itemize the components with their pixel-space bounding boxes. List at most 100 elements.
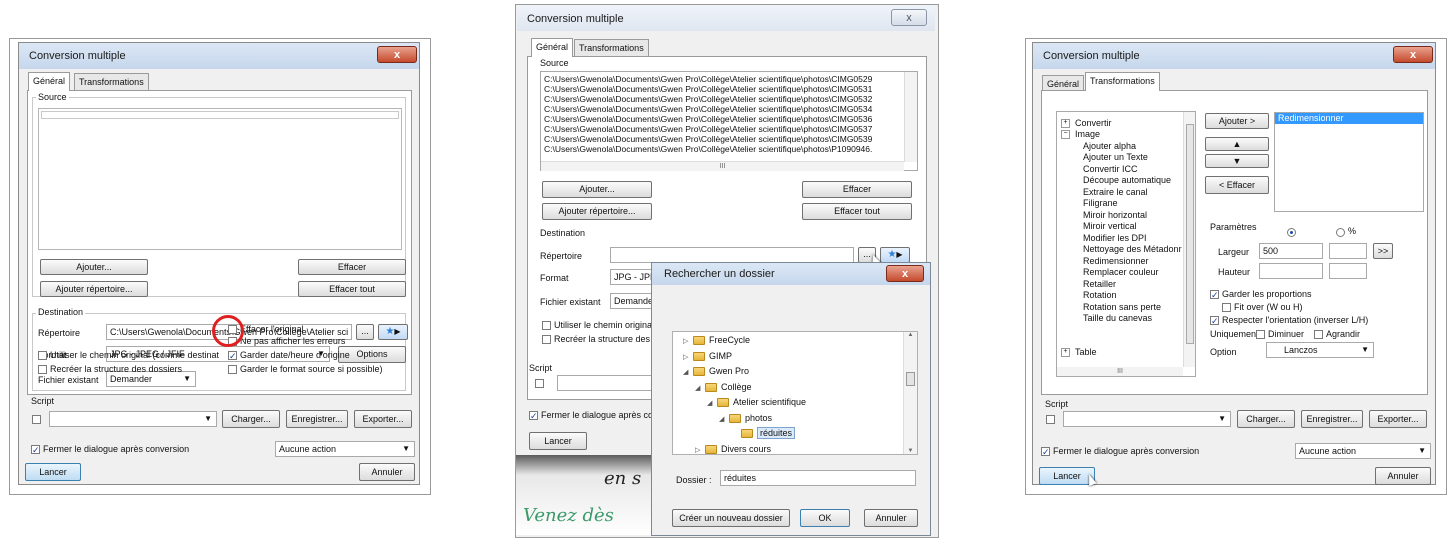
script-checkbox[interactable]	[1046, 415, 1055, 424]
move-up-button[interactable]: ▲	[1205, 137, 1269, 151]
move-down-button[interactable]: ▼	[1205, 154, 1269, 168]
transform-tree[interactable]: + Convertir − Image Ajouter alpha Ajouter un …	[1056, 111, 1196, 377]
expanded-triangle-icon[interactable]: ◢	[707, 399, 717, 407]
close-button[interactable]: x	[891, 9, 927, 26]
transform-tree-item[interactable]: Nettoyage des Métadonr	[1083, 244, 1182, 254]
respect-orientation-checkbox[interactable]: ✓	[1210, 316, 1219, 326]
add-button[interactable]: Ajouter...	[542, 181, 652, 198]
script-select[interactable]: ▼	[49, 411, 217, 427]
transform-tree-item[interactable]: Convertir ICC	[1083, 164, 1138, 174]
height-input[interactable]	[1259, 263, 1323, 279]
favorites-button[interactable]: ★▶	[378, 324, 408, 340]
action-select[interactable]: Aucune action ▼	[1295, 443, 1431, 459]
tab-general[interactable]: Général	[531, 38, 574, 57]
tab-transformations[interactable]: Transformations	[1085, 72, 1160, 91]
add-directory-button[interactable]: Ajouter répertoire...	[40, 281, 148, 297]
tree-vscrollbar[interactable]	[1183, 112, 1195, 367]
selected-transforms-list[interactable]: Redimensionner	[1274, 112, 1424, 212]
transform-tree-item[interactable]: Redimensionner	[1083, 256, 1149, 266]
source-scrollbar[interactable]	[904, 72, 917, 162]
source-file-item[interactable]: C:\Users\Gwenola\Documents\Gwen Pro\Coll…	[544, 84, 903, 94]
new-folder-button[interactable]: Créer un nouveau dossier	[672, 509, 790, 527]
close-after-checkbox[interactable]: ✓	[1041, 447, 1050, 457]
close-button[interactable]: x	[886, 265, 924, 282]
transform-tree-item[interactable]: Remplacer couleur	[1083, 267, 1159, 277]
close-after-checkbox[interactable]: ✓	[31, 445, 40, 455]
transform-tree-item[interactable]: Retailler	[1083, 279, 1116, 289]
transform-tree-item[interactable]: Ajouter un Texte	[1083, 152, 1148, 162]
save-script-button[interactable]: Enregistrer...	[286, 410, 348, 428]
more-button[interactable]: >>	[1373, 243, 1393, 259]
folder-tree-item[interactable]: ◢ Gwen Pro	[683, 366, 749, 377]
source-file-item[interactable]: C:\Users\Gwenola\Documents\Gwen Pro\Coll…	[544, 124, 903, 134]
folder-tree-item[interactable]: ◢ Collège	[695, 382, 752, 392]
tab-transformations[interactable]: Transformations	[574, 39, 649, 56]
browse-cancel-button[interactable]: Annuler	[864, 509, 918, 527]
source-file-item[interactable]: C:\Users\Gwenola\Documents\Gwen Pro\Coll…	[544, 74, 903, 84]
source-file-item[interactable]: C:\Users\Gwenola\Documents\Gwen Pro\Coll…	[544, 94, 903, 104]
source-hscrollbar[interactable]: III	[541, 161, 904, 171]
transform-tree-item[interactable]: Miroir horizontal	[1083, 210, 1147, 220]
recreate-structure-checkbox[interactable]	[542, 335, 551, 344]
script-checkbox[interactable]	[32, 415, 41, 424]
scroll-thumb[interactable]	[1186, 124, 1194, 344]
source-file-item[interactable]: C:\Users\Gwenola\Documents\Gwen Pro\Coll…	[544, 134, 903, 144]
action-select[interactable]: Aucune action ▼	[275, 441, 415, 457]
browse-button[interactable]: ...	[356, 324, 374, 340]
folder-tree-item[interactable]: ◢ photos	[719, 413, 772, 423]
close-button[interactable]: x	[1393, 46, 1433, 63]
radio-percent[interactable]	[1336, 228, 1345, 237]
expand-icon[interactable]: +	[1061, 348, 1070, 358]
transform-tree-item[interactable]: Rotation sans perte	[1083, 302, 1161, 312]
add-transform-button[interactable]: Ajouter >	[1205, 113, 1269, 129]
add-button[interactable]: Ajouter...	[40, 259, 148, 275]
source-file-item[interactable]: C:\Users\Gwenola\Documents\Gwen Pro\Coll…	[544, 144, 903, 154]
transform-tree-item[interactable]: Découpe automatique	[1083, 175, 1171, 185]
decrease-checkbox[interactable]	[1256, 330, 1265, 339]
run-button[interactable]: Lancer	[25, 463, 81, 481]
collapsed-triangle-icon[interactable]: ▷	[683, 353, 693, 361]
expanded-triangle-icon[interactable]: ◢	[683, 368, 693, 376]
clear-all-button[interactable]: Effacer tout	[802, 203, 912, 220]
script-checkbox[interactable]	[535, 379, 544, 388]
transform-tree-item[interactable]: Modifier les DPI	[1083, 233, 1147, 243]
clear-all-button[interactable]: Effacer tout	[298, 281, 406, 297]
cancel-button[interactable]: Annuler	[1375, 467, 1431, 485]
keep-date-checkbox[interactable]: ✓	[228, 351, 237, 361]
clear-button[interactable]: Effacer	[802, 181, 912, 198]
tree-scrollbar[interactable]: ▲ ▼	[903, 332, 917, 454]
radio-pixels[interactable]	[1287, 228, 1296, 237]
selected-transform-item[interactable]: Redimensionner	[1275, 113, 1423, 124]
ok-button[interactable]: OK	[800, 509, 850, 527]
fit-over-checkbox[interactable]	[1222, 303, 1231, 312]
enlarge-checkbox[interactable]	[1314, 330, 1323, 339]
transform-tree-item[interactable]: Taille du canevas	[1083, 313, 1152, 323]
export-button[interactable]: Exporter...	[354, 410, 412, 428]
collapse-icon[interactable]: −	[1061, 130, 1070, 140]
resample-option-select[interactable]: Lanczos ▼	[1266, 342, 1374, 358]
add-directory-button[interactable]: Ajouter répertoire...	[542, 203, 652, 220]
source-list[interactable]	[38, 108, 402, 250]
width-percent-input[interactable]	[1329, 243, 1367, 259]
folder-tree-item[interactable]: réduites	[731, 427, 796, 439]
expanded-triangle-icon[interactable]: ◢	[695, 384, 705, 392]
transform-tree-item[interactable]: Miroir vertical	[1083, 221, 1137, 231]
source-file-item[interactable]: C:\Users\Gwenola\Documents\Gwen Pro\Coll…	[544, 114, 903, 124]
collapsed-triangle-icon[interactable]: ▷	[695, 446, 705, 454]
folder-tree-item[interactable]: ▷ FreeCycle	[683, 335, 750, 346]
original-path-checkbox[interactable]	[542, 321, 551, 330]
original-path-checkbox[interactable]	[38, 351, 47, 360]
close-button[interactable]: x	[377, 46, 417, 63]
transform-tree-item[interactable]: Ajouter alpha	[1083, 141, 1136, 151]
transform-tree-item[interactable]: + Table	[1061, 347, 1097, 358]
tab-general[interactable]: Général	[28, 72, 71, 91]
collapsed-triangle-icon[interactable]: ▷	[683, 337, 693, 345]
transform-tree-item[interactable]: Extraire le canal	[1083, 187, 1148, 197]
height-percent-input[interactable]	[1329, 263, 1367, 279]
transform-tree-item[interactable]: + Convertir	[1061, 118, 1112, 129]
folder-tree-item[interactable]: ▷ Divers cours	[695, 444, 771, 454]
export-button[interactable]: Exporter...	[1369, 410, 1427, 428]
folder-input[interactable]: réduites	[720, 470, 916, 486]
tree-hscrollbar[interactable]: III	[1057, 367, 1183, 376]
cancel-button[interactable]: Annuler	[359, 463, 415, 481]
